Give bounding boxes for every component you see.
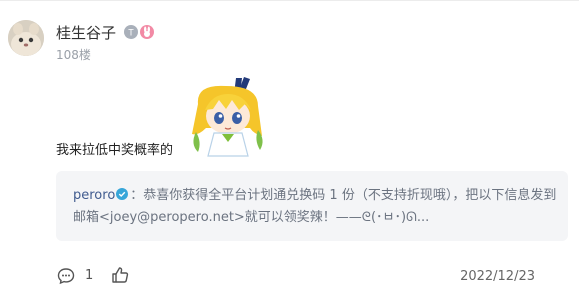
rabbit-badge-icon bbox=[140, 25, 154, 39]
like-icon[interactable] bbox=[110, 265, 130, 285]
reply-icon[interactable] bbox=[56, 266, 76, 286]
reply-count: 1 bbox=[85, 268, 94, 283]
comment-text: 我来拉低中奖概率的 bbox=[56, 143, 174, 158]
username[interactable]: 桂生谷子 bbox=[56, 23, 116, 43]
anime-girl-sticker bbox=[188, 76, 268, 162]
quoted-reply[interactable]: peroro ：恭喜你获得全平台计划通兑换码 1 份（不支持折现哦），把以下信息发… bbox=[56, 171, 568, 241]
floor-number: 108楼 bbox=[56, 48, 91, 62]
post-date: 2022/12/23 bbox=[460, 269, 535, 284]
quote-author[interactable]: peroro bbox=[73, 188, 115, 203]
top-divider bbox=[0, 0, 579, 1]
avatar[interactable] bbox=[8, 20, 44, 56]
quoted-reply-text: peroro ：恭喜你获得全平台计划通兑换码 1 份（不支持折现哦），把以下信息发… bbox=[73, 185, 563, 229]
quote-content: ：恭喜你获得全平台计划通兑换码 1 份（不支持折现哦），把以下信息发到邮箱<jo… bbox=[73, 188, 557, 225]
level-badge-icon: T bbox=[124, 25, 138, 39]
comment-footer: 1 2022/12/23 bbox=[56, 265, 568, 287]
user-badges: T bbox=[124, 25, 154, 39]
svg-text:T: T bbox=[128, 28, 134, 38]
verified-icon bbox=[116, 186, 129, 200]
